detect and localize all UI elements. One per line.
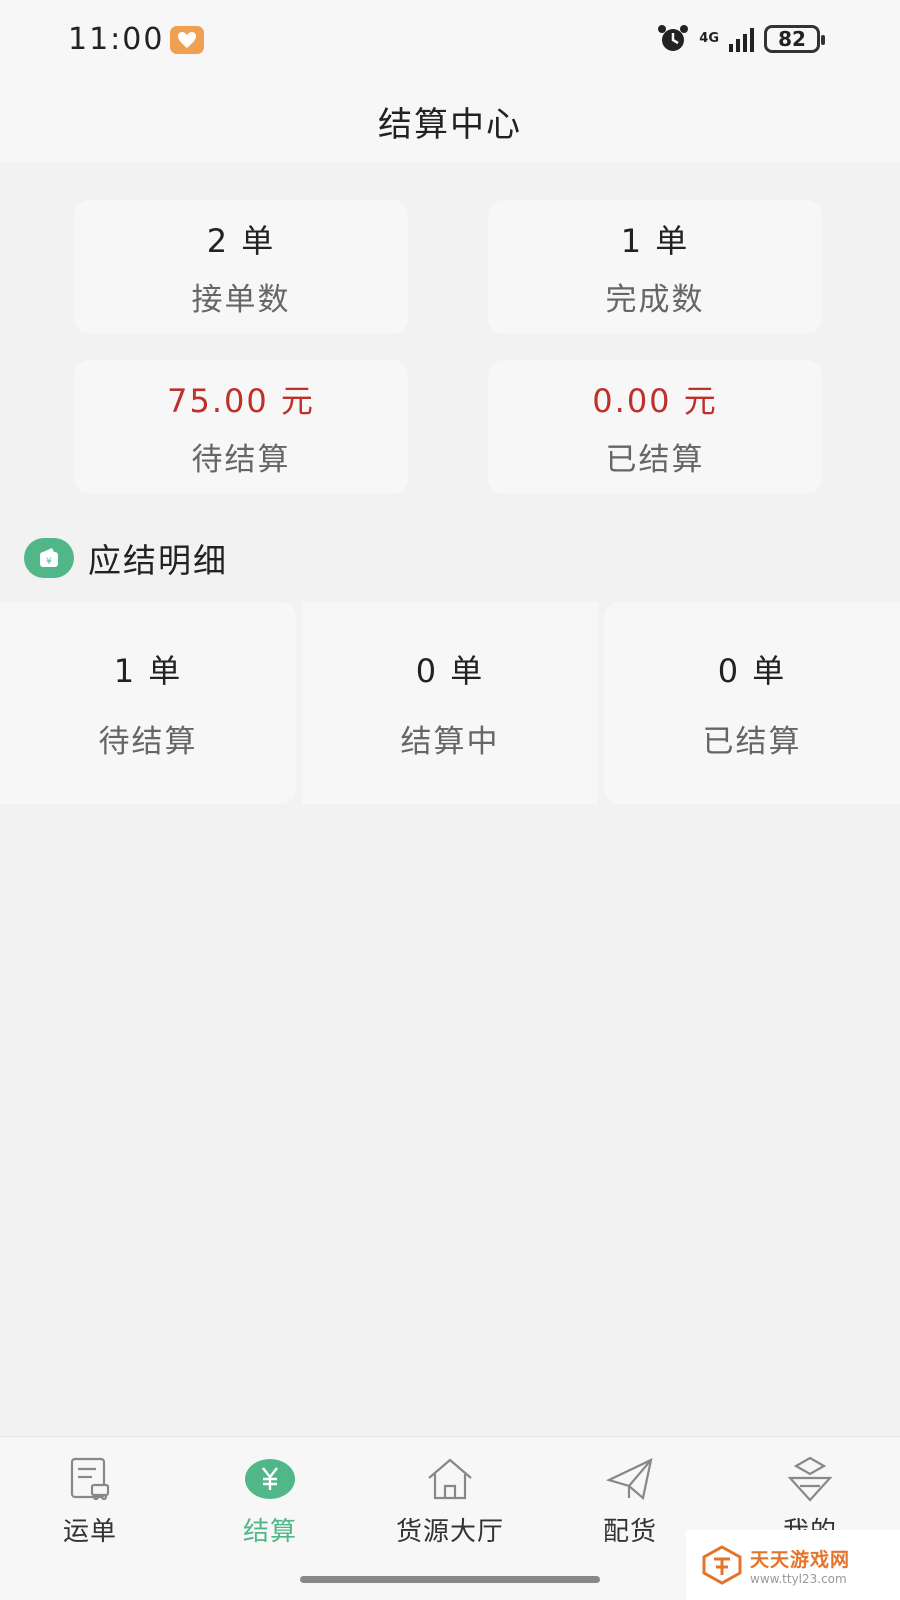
tab-cargo-hall[interactable]: 货源大厅 — [370, 1453, 530, 1548]
stat-label: 完成数 — [605, 281, 705, 318]
stat-card-pending-amount[interactable]: 75.00 元 待结算 — [74, 360, 408, 494]
stat-card-orders-taken[interactable]: 2 单 接单数 — [74, 200, 408, 334]
detail-value: 0 单 — [717, 651, 787, 690]
profile-icon — [784, 1453, 836, 1505]
page-header: 结算中心 — [0, 80, 900, 162]
section-header: ¥ 应结明细 — [24, 534, 228, 582]
waybill-icon — [64, 1453, 116, 1505]
detail-card-pending[interactable]: 1 单 待结算 — [0, 602, 296, 804]
status-bar: 11:00 4G 82 — [0, 0, 900, 80]
watermark-url: www.ttyl23.com — [750, 1571, 847, 1586]
detail-value: 0 单 — [415, 651, 485, 690]
detail-value: 1 单 — [113, 651, 183, 690]
detail-label: 待结算 — [98, 723, 198, 760]
stat-value: 75.00 元 — [167, 381, 315, 420]
status-time: 11:00 — [68, 22, 165, 57]
battery-icon: 82 — [764, 25, 825, 53]
stat-card-orders-completed[interactable]: 1 单 完成数 — [488, 200, 822, 334]
stat-label: 已结算 — [605, 441, 705, 478]
tab-label: 货源大厅 — [395, 1517, 504, 1547]
yen-icon — [244, 1453, 296, 1505]
signal-icon — [729, 26, 754, 52]
tab-label: 配货 — [602, 1517, 657, 1547]
home-icon — [424, 1453, 476, 1505]
tab-label: 运单 — [62, 1517, 117, 1547]
page-title: 结算中心 — [378, 104, 522, 145]
detail-card-settling[interactable]: 0 单 结算中 — [302, 602, 598, 804]
svg-text:¥: ¥ — [46, 557, 52, 567]
detail-label: 已结算 — [702, 723, 802, 760]
detail-label: 结算中 — [400, 723, 500, 760]
watermark-name: 天天游戏网 — [750, 1548, 851, 1571]
heart-app-icon — [170, 26, 204, 54]
battery-level: 82 — [778, 27, 806, 51]
tab-label: 结算 — [242, 1517, 297, 1547]
stat-label: 接单数 — [191, 281, 291, 318]
status-indicators: 4G 82 — [657, 24, 825, 54]
send-icon — [604, 1453, 656, 1505]
stat-value: 1 单 — [620, 221, 690, 260]
stat-label: 待结算 — [191, 441, 291, 478]
wallet-icon: ¥ — [24, 538, 74, 578]
tab-waybill[interactable]: 运单 — [10, 1453, 170, 1548]
section-title: 应结明细 — [88, 541, 228, 580]
stat-value: 2 单 — [206, 221, 276, 260]
stat-value: 0.00 元 — [592, 381, 718, 420]
alarm-icon — [658, 25, 689, 51]
tab-settlement[interactable]: 结算 — [190, 1453, 350, 1548]
watermark-logo-icon — [702, 1545, 742, 1585]
stat-card-settled-amount[interactable]: 0.00 元 已结算 — [488, 360, 822, 494]
home-indicator[interactable] — [300, 1576, 600, 1583]
network-type: 4G — [699, 31, 719, 46]
site-watermark: 天天游戏网 www.ttyl23.com — [686, 1530, 900, 1600]
detail-card-settled[interactable]: 0 单 已结算 — [604, 602, 900, 804]
